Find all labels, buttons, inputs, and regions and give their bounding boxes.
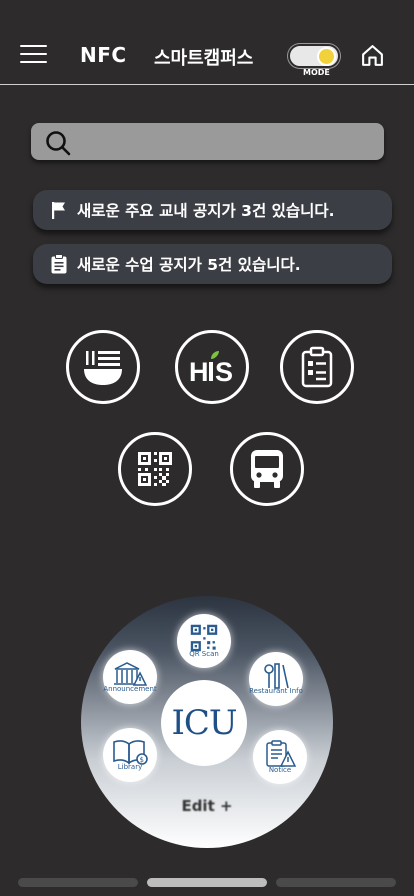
announcement-label: Announcement [103, 685, 157, 693]
radial-menu[interactable]: ICU QR Scan Announcement Restaurant Info… [81, 596, 333, 848]
his-button[interactable]: H S [175, 330, 249, 404]
hamburger-menu-icon[interactable] [20, 45, 47, 65]
search-icon[interactable] [45, 130, 71, 156]
page-indicator-3[interactable] [276, 878, 396, 887]
edit-button[interactable]: Edit + [81, 797, 333, 815]
building-icon [114, 662, 147, 686]
checklist-button[interactable] [280, 330, 354, 404]
svg-text:H: H [189, 357, 209, 384]
qr-scan-shortcut[interactable]: QR Scan [177, 614, 231, 668]
flag-icon [52, 202, 65, 219]
meal-icon [84, 351, 122, 385]
search-bar[interactable] [31, 123, 384, 160]
qr-code-button[interactable] [118, 432, 192, 506]
library-label: Library [117, 763, 143, 771]
logo-text: ICU [171, 703, 237, 743]
main-notice-text: 새로운 주요 교내 공지가 3건 있습니다. [77, 202, 335, 220]
library-shortcut[interactable]: $ Library [103, 728, 157, 782]
bus-icon [251, 450, 283, 488]
bus-button[interactable] [230, 432, 304, 506]
toggle-knob [317, 47, 336, 66]
checklist-icon [301, 346, 333, 388]
his-icon: H S [189, 351, 233, 384]
meal-button[interactable] [66, 330, 140, 404]
page-title: 스마트캠퍼스 [154, 48, 254, 69]
icu-logo[interactable]: ICU [161, 680, 247, 766]
class-notice-text: 새로운 수업 공지가 5건 있습니다. [77, 256, 301, 274]
clipboard-icon [51, 254, 67, 274]
mode-toggle[interactable] [288, 44, 340, 68]
notice-shortcut[interactable]: Notice [253, 730, 307, 784]
qr-code-icon [190, 624, 218, 652]
book-icon: $ [113, 740, 148, 765]
page-indicator-1[interactable] [18, 878, 138, 887]
notice-label: Notice [268, 766, 292, 774]
home-icon[interactable] [360, 43, 385, 68]
utensils-icon [264, 663, 289, 689]
nfc-button[interactable]: NFC [80, 43, 127, 67]
header-bar: NFC 스마트캠퍼스 MODE [0, 0, 414, 85]
clipboard-warning-icon [266, 740, 296, 767]
page-indicator-2[interactable] [147, 878, 267, 887]
mode-label: MODE [303, 68, 330, 77]
announcement-shortcut[interactable]: Announcement [103, 650, 157, 704]
restaurant-info-shortcut[interactable]: Restaurant Info [249, 652, 303, 706]
class-notice-banner[interactable]: 새로운 수업 공지가 5건 있습니다. [33, 244, 392, 284]
qr-code-icon [138, 452, 172, 486]
restaurant-info-label: Restaurant Info [249, 687, 303, 695]
main-notice-banner[interactable]: 새로운 주요 교내 공지가 3건 있습니다. [33, 190, 392, 230]
svg-text:S: S [215, 357, 233, 384]
qr-scan-label: QR Scan [189, 650, 219, 658]
